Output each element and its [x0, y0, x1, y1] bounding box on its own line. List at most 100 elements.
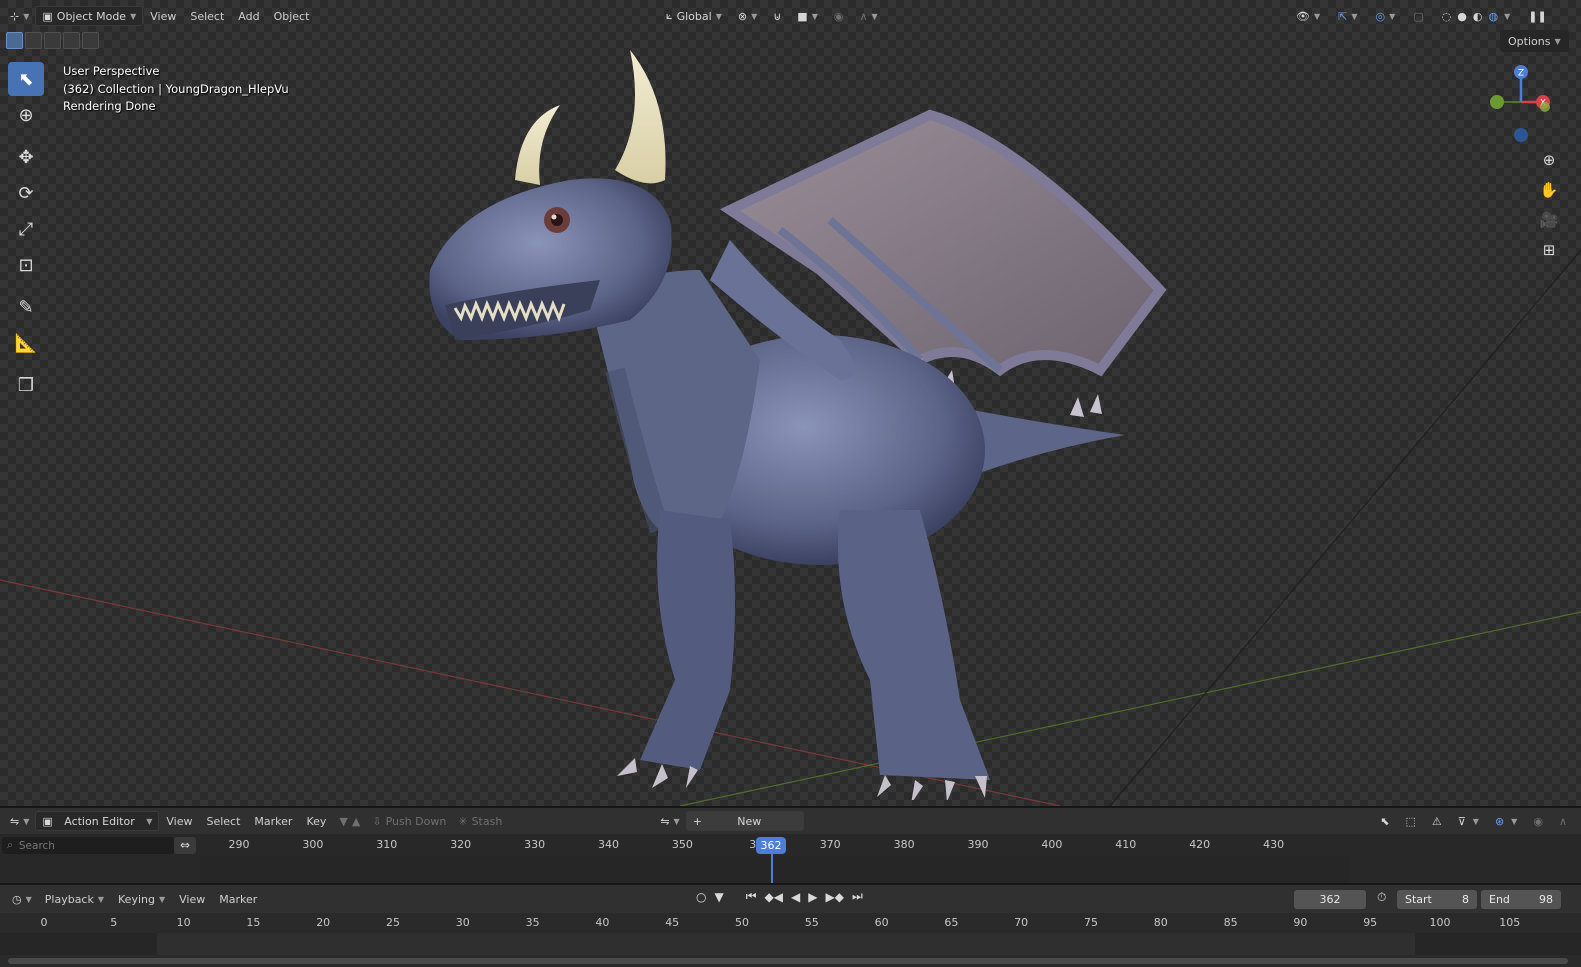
show-hidden-icon[interactable]: ⬚	[1399, 811, 1421, 831]
timeline-scrollbar[interactable]	[8, 958, 1568, 964]
jump-end-icon[interactable]: ⏭	[849, 889, 866, 904]
select-extend-mode[interactable]	[25, 32, 42, 49]
ae-menu-marker[interactable]: Marker	[247, 811, 299, 831]
timeline-ruler[interactable]: 0 5 10 15 20 25 30 35 40 45 50 55 60 65 70 75 80 85 90 95 10…	[0, 913, 1581, 933]
tl-ruler-tick: 15	[246, 916, 261, 929]
tl-menu-keying[interactable]: Keying ▼	[111, 889, 172, 909]
transform-orientation-label: Global	[676, 9, 712, 23]
dragon-render	[429, 50, 1167, 800]
jump-start-icon[interactable]: ⏮	[743, 889, 760, 904]
ae-falloff-icon[interactable]: ∧	[1553, 811, 1573, 831]
action-editor-track[interactable]	[200, 856, 1350, 885]
start-frame-field[interactable]: Start 8	[1397, 890, 1477, 909]
scale-tool[interactable]: ⤢	[8, 212, 44, 246]
camera-view-icon[interactable]: 🎥	[1537, 208, 1561, 232]
menu-add[interactable]: Add	[231, 6, 266, 26]
3d-viewport[interactable]: ⊹ ▼ ▣ Object Mode ▼ View Select Add Objec…	[0, 0, 1581, 806]
ae-menu-select[interactable]: Select	[199, 811, 247, 831]
select-invert-mode[interactable]	[63, 32, 80, 49]
stash-button[interactable]: ✳ Stash	[452, 811, 508, 831]
transform-orientation-dropdown[interactable]: ⟀ Global ▼	[660, 6, 728, 26]
rotate-tool[interactable]: ⟳	[8, 176, 44, 210]
new-action-button[interactable]: + New	[685, 811, 804, 831]
menu-object[interactable]: Object	[267, 6, 317, 26]
next-keyframe-icon[interactable]: ▶◆	[822, 890, 846, 904]
orientation-icon: ⟀	[666, 9, 673, 22]
snap-target-button[interactable]: ■ ▼	[791, 6, 824, 26]
tl-ruler-tick: 10	[176, 916, 191, 929]
action-editor-dropdown[interactable]: ▣ Action Editor ▼	[35, 811, 160, 831]
timeline-panel[interactable]: ◷ ▼ Playback ▼ Keying ▼ View Marker ○ ▼ ⏮ ◆…	[0, 883, 1581, 967]
chevron-down-icon: ▼	[146, 816, 153, 826]
prev-keyframe-icon[interactable]: ◆◀	[762, 890, 786, 904]
only-selected-icon[interactable]: ⬉	[1374, 811, 1395, 831]
stash-icon: ✳	[458, 814, 468, 828]
preview-range-icon[interactable]: ⏱	[1374, 890, 1389, 905]
layer-nav-buttons[interactable]: ▼ ▲	[333, 811, 366, 831]
gizmo-toggle[interactable]: ⇱ ▼	[1332, 6, 1363, 26]
pivot-point-button[interactable]: ⊗ ▼	[732, 6, 763, 26]
proportional-editing-toggle[interactable]: ◉	[828, 6, 850, 26]
push-down-button[interactable]: ⇩ Push Down	[366, 811, 452, 831]
tl-menu-marker[interactable]: Marker	[212, 889, 264, 909]
rendered-shading-icon[interactable]: ◍	[1489, 10, 1499, 23]
add-cube-tool[interactable]: ❒	[8, 368, 44, 402]
end-label: End	[1489, 893, 1510, 906]
wireframe-shading-icon[interactable]: ◌	[1442, 10, 1452, 23]
select-subtract-mode[interactable]	[44, 32, 61, 49]
channel-search-field[interactable]: ⌕ Search	[2, 837, 174, 854]
ae-proportional-icon[interactable]: ◉	[1527, 811, 1549, 831]
navigation-gizmo[interactable]: Z X	[1484, 62, 1564, 152]
cursor-tool[interactable]: ⊕	[8, 98, 44, 132]
ae-menu-key[interactable]: Key	[299, 811, 333, 831]
chevron-down-icon: ▼	[1351, 11, 1358, 21]
filter-icon[interactable]: ⊽ ▼	[1452, 811, 1485, 831]
action-editor-ruler[interactable]: 2903003103203303403503637038039040041042…	[200, 834, 1581, 856]
pause-render-button[interactable]: ❚❚	[1522, 6, 1552, 26]
snap-toggle[interactable]: ⊍	[767, 6, 787, 26]
action-editor-label: Action Editor	[64, 814, 135, 828]
material-shading-icon[interactable]: ◐	[1473, 10, 1483, 23]
menu-view[interactable]: View	[143, 6, 183, 26]
end-frame-field[interactable]: End 98	[1481, 890, 1561, 909]
falloff-button[interactable]: ∧ ▼	[853, 6, 883, 26]
swap-icon[interactable]: ⇔	[174, 837, 196, 854]
editor-type-button[interactable]: ⊹ ▼	[4, 6, 35, 26]
hand-pan-icon[interactable]: ✋	[1537, 178, 1561, 202]
object-mode-dropdown[interactable]: ▣ Object Mode ▼	[35, 6, 144, 26]
play-icon[interactable]: ▶	[805, 890, 820, 904]
editor-type-button[interactable]: ⇋ ▼	[4, 811, 35, 831]
only-errors-icon[interactable]: ⚠	[1426, 811, 1448, 831]
action-browse-button[interactable]: ⇋ ▼	[654, 811, 685, 831]
transform-tool[interactable]: ⊡	[8, 248, 44, 282]
scale-icon: ⤢	[18, 218, 34, 240]
annotate-tool[interactable]: ✎	[8, 290, 44, 324]
select-intersect-mode[interactable]	[82, 32, 99, 49]
clock-icon: ◷	[12, 892, 22, 906]
grid-projection-icon[interactable]: ⊞	[1537, 238, 1561, 262]
measure-tool[interactable]: 📐	[8, 326, 44, 360]
editor-type-button[interactable]: ◷ ▼	[6, 889, 38, 909]
action-editor-panel[interactable]: ⇋ ▼ ▣ Action Editor ▼ View Select Marker …	[0, 806, 1581, 885]
shading-modes[interactable]: ◌ ● ◐ ◍ ▼	[1436, 6, 1517, 26]
overlays-toggle[interactable]: ◎ ▼	[1370, 6, 1402, 26]
xray-toggle[interactable]: ▢	[1407, 6, 1429, 26]
zoom-icon[interactable]: ⊕	[1537, 148, 1561, 172]
ae-playhead[interactable]: 362	[756, 837, 786, 854]
auto-snap-icon[interactable]: ⊛ ▼	[1489, 811, 1523, 831]
visibility-button[interactable]: 👁 ▼	[1290, 6, 1326, 26]
ae-menu-view[interactable]: View	[159, 811, 199, 831]
select-box-tool[interactable]: ⬉	[8, 62, 44, 96]
current-frame-field[interactable]: 362	[1294, 890, 1366, 909]
menu-select[interactable]: Select	[183, 6, 231, 26]
view-perspective-text: User Perspective	[63, 64, 160, 78]
tl-menu-view[interactable]: View	[172, 889, 212, 909]
play-reverse-icon[interactable]: ◀	[788, 890, 803, 904]
solid-shading-icon[interactable]: ●	[1457, 10, 1467, 23]
options-dropdown[interactable]: Options ▼	[1500, 30, 1569, 52]
auto-keying-icon[interactable]: ○	[693, 890, 709, 904]
tl-menu-playback[interactable]: Playback ▼	[38, 889, 111, 909]
move-tool[interactable]: ✥	[8, 140, 44, 174]
magnet-icon: ⊍	[773, 9, 782, 23]
select-new-mode[interactable]	[6, 32, 23, 49]
